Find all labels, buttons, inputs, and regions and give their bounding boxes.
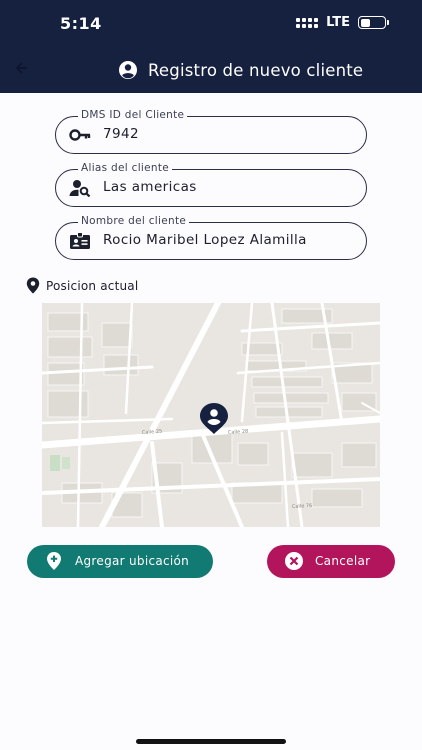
dms-id-field[interactable]: DMS ID del Cliente 7942 [55, 109, 367, 154]
app-header: 5:14 LTE Registro de nuevo cliente [0, 0, 422, 93]
dms-id-value: 7942 [103, 126, 139, 142]
name-label: Nombre del cliente [78, 215, 190, 227]
map-canvas: Calle 25 Calle 28 Calle 76 [42, 303, 380, 527]
alias-label: Alias del cliente [78, 162, 173, 174]
battery-icon [358, 16, 389, 29]
map-marker-plus-icon [47, 552, 61, 570]
location-header: Posicion actual [26, 277, 138, 294]
add-location-label: Agregar ubicación [75, 554, 190, 568]
network-type: LTE [326, 15, 350, 30]
alias-field[interactable]: Alias del cliente Las americas [55, 162, 367, 207]
home-indicator[interactable] [136, 739, 286, 744]
page-title: Registro de nuevo cliente [148, 60, 364, 80]
add-location-button[interactable]: Agregar ubicación [27, 545, 213, 578]
id-card-icon [70, 232, 90, 249]
name-field[interactable]: Nombre del cliente Rocio Maribel Lopez A… [55, 215, 367, 260]
back-arrow-icon[interactable] [14, 60, 28, 74]
account-circle-icon [119, 61, 137, 79]
location-map[interactable]: Calle 25 Calle 28 Calle 76 [42, 303, 380, 527]
map-street-label: Calle 76 [292, 503, 313, 510]
cancel-button[interactable]: Cancelar [267, 545, 395, 578]
name-value: Rocio Maribel Lopez Alamilla [103, 232, 307, 248]
map-marker-icon [26, 277, 40, 294]
alias-value: Las americas [103, 179, 197, 195]
location-label: Posicion actual [46, 278, 139, 293]
cancel-label: Cancelar [315, 554, 371, 568]
key-icon [69, 129, 91, 141]
status-time: 5:14 [60, 14, 102, 33]
dms-id-label: DMS ID del Cliente [78, 109, 188, 121]
signal-icon [296, 17, 319, 28]
status-indicators: LTE [296, 15, 389, 30]
close-circle-icon [285, 552, 303, 570]
header-title-group: Registro de nuevo cliente [118, 60, 363, 80]
account-search-icon [69, 180, 91, 197]
